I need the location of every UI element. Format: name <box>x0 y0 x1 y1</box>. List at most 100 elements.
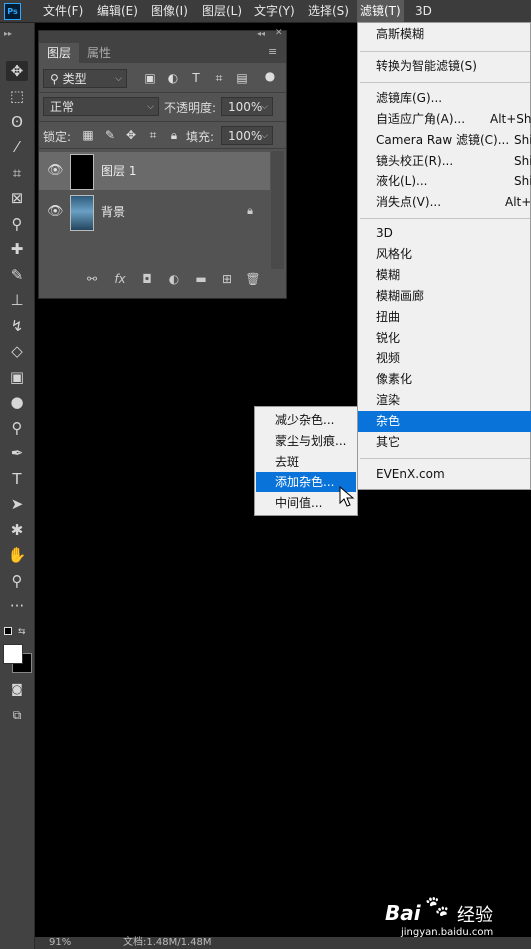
folder-icon[interactable]: ▬ <box>193 271 209 287</box>
filter-shape-icon[interactable]: ⌗ <box>212 71 226 85</box>
blur-tool-icon[interactable]: ● <box>6 392 28 412</box>
menu-item-liquify[interactable]: 液化(L)... Shi <box>358 171 531 192</box>
filter-pixel-icon[interactable]: ▣ <box>143 71 157 85</box>
menu-item-distort[interactable]: 扭曲 <box>358 307 531 328</box>
magic-wand-tool-icon[interactable]: ⁄ <box>6 137 28 157</box>
layer-row-background[interactable]: 👁︎ 背景 🔒︎ <box>39 193 270 231</box>
menu-item-gaussian-blur[interactable]: 高斯模糊 <box>358 24 531 45</box>
fx-icon[interactable]: fx <box>112 271 128 287</box>
history-brush-tool-icon[interactable]: ↯ <box>6 316 28 336</box>
brush-tool-icon[interactable]: ✎ <box>6 265 28 285</box>
menu-item-lens-correction[interactable]: 镜头校正(R)... Shi <box>358 151 531 172</box>
mask-icon[interactable]: ◘ <box>139 271 155 287</box>
custom-shape-tool-icon[interactable]: ✱ <box>6 520 28 540</box>
menu-item-other[interactable]: 其它 <box>358 432 531 453</box>
visibility-eye-icon[interactable]: 👁︎ <box>47 163 64 179</box>
menu-image[interactable]: 图像(I) <box>148 0 191 22</box>
menu-layer[interactable]: 图层(L) <box>199 0 245 22</box>
new-layer-icon[interactable]: ⊞ <box>219 271 235 287</box>
menu-type[interactable]: 文字(Y) <box>251 0 298 22</box>
photoshop-logo-icon[interactable]: Ps <box>4 3 21 20</box>
layers-scrollbar[interactable] <box>271 151 284 269</box>
screen-mode-icon[interactable]: ⧉ <box>6 705 28 725</box>
menu-edit[interactable]: 编辑(E) <box>94 0 141 22</box>
close-panel-icon[interactable]: ✕ <box>275 28 283 38</box>
menu-item-sharpen[interactable]: 锐化 <box>358 328 531 349</box>
layer-row-layer1[interactable]: 👁︎ 图层 1 <box>39 152 270 190</box>
panel-collapse-icon[interactable]: ▸▸ <box>4 29 12 38</box>
search-icon: ⚲ <box>50 72 63 86</box>
fill-field[interactable]: 100% ⌵ <box>221 126 273 145</box>
filter-adjustment-icon[interactable]: ◐ <box>166 71 180 85</box>
quick-mask-icon[interactable]: ◙ <box>6 679 28 699</box>
swap-colors-icon[interactable]: ⇆ <box>18 627 26 637</box>
path-selection-tool-icon[interactable]: ➤ <box>6 494 28 514</box>
eraser-tool-icon[interactable]: ◇ <box>6 341 28 361</box>
chevron-down-icon: ⌵ <box>115 74 122 84</box>
healing-brush-tool-icon[interactable]: ✚ <box>6 239 28 259</box>
menu-item-noise[interactable]: 杂色 <box>358 411 531 432</box>
dodge-tool-icon[interactable]: ⚲ <box>6 418 28 438</box>
eyedropper-tool-icon[interactable]: ⚲ <box>6 214 28 234</box>
tab-properties[interactable]: 属性 <box>79 43 119 63</box>
menu-item-evenx[interactable]: EVEnX.com <box>358 464 531 485</box>
zoom-level[interactable]: 91% <box>49 937 71 949</box>
opacity-label: 不透明度: <box>164 101 217 115</box>
opacity-field[interactable]: 100% ⌵ <box>221 97 273 116</box>
menu-file[interactable]: 文件(F) <box>40 0 86 22</box>
menu-item-render[interactable]: 渲染 <box>358 390 531 411</box>
menu-item-stylize[interactable]: 风格化 <box>358 244 531 265</box>
blend-mode-dropdown[interactable]: 正常 ⌵ <box>43 97 159 116</box>
lock-artboard-icon[interactable]: ⌗ <box>146 128 160 142</box>
menu-item-video[interactable]: 视频 <box>358 348 531 369</box>
crop-tool-icon[interactable]: ⌗ <box>6 163 28 183</box>
menu-item-reduce-noise[interactable]: 减少杂色... <box>256 410 356 430</box>
baidu-watermark: Bai 🐾︎ 经验 jingyan.baidu.com <box>385 895 494 938</box>
menu-item-camera-raw[interactable]: Camera Raw 滤镜(C)... Shi <box>358 130 531 151</box>
menu-item-despeckle[interactable]: 去斑 <box>256 452 356 472</box>
collapse-panel-icon[interactable]: ◂◂ <box>257 29 265 38</box>
filter-smart-object-icon[interactable]: ▤ <box>235 71 249 85</box>
chevron-down-icon: ⌵ <box>261 131 268 141</box>
menu-item-3d[interactable]: 3D <box>358 223 531 244</box>
lasso-tool-icon[interactable]: ʘ <box>6 112 28 132</box>
zoom-tool-icon[interactable]: ⚲ <box>6 571 28 591</box>
frame-tool-icon[interactable]: ⊠ <box>6 188 28 208</box>
lock-transparent-pixels-icon[interactable]: ▦ <box>81 128 95 142</box>
panel-menu-icon[interactable]: ≡ <box>268 45 277 58</box>
menu-filter[interactable]: 滤镜(T) <box>357 0 404 22</box>
foreground-color-swatch[interactable] <box>3 644 23 664</box>
hand-tool-icon[interactable]: ✋ <box>6 545 28 565</box>
menu-item-convert-smart-filter[interactable]: 转换为智能滤镜(S) <box>358 56 531 77</box>
move-tool-icon[interactable]: ✥ <box>6 61 28 81</box>
menu-item-dust-scratches[interactable]: 蒙尘与划痕... <box>256 431 356 451</box>
menu-item-vanishing-point[interactable]: 消失点(V)... Alt+ <box>358 192 531 213</box>
default-colors-icon[interactable] <box>4 627 14 636</box>
stamp-tool-icon[interactable]: ⊥ <box>6 290 28 310</box>
lock-image-pixels-icon[interactable]: ✎ <box>103 128 117 142</box>
tools-panel: ▸▸ ✥ ⬚ ʘ ⁄ ⌗ ⊠ ⚲ ✚ ✎ ⊥ ↯ ◇ ▣ ● ⚲ ✒ T ➤ ✱… <box>0 23 35 949</box>
lock-all-icon[interactable]: 🔒︎ <box>167 128 181 142</box>
menu-item-blur-gallery[interactable]: 模糊画廊 <box>358 286 531 307</box>
marquee-tool-icon[interactable]: ⬚ <box>6 86 28 106</box>
pen-tool-icon[interactable]: ✒ <box>6 443 28 463</box>
trash-icon[interactable]: 🗑︎ <box>245 271 261 287</box>
menu-select[interactable]: 选择(S) <box>305 0 352 22</box>
adjustment-icon[interactable]: ◐ <box>166 271 182 287</box>
filter-toggle-icon[interactable]: ● <box>263 69 277 83</box>
menu-3d[interactable]: 3D <box>412 0 435 22</box>
more-tools-icon[interactable]: ··· <box>6 596 28 616</box>
layer-filter-dropdown[interactable]: ⚲ 类型 ⌵ <box>43 69 127 88</box>
type-tool-icon[interactable]: T <box>6 469 28 489</box>
menu-item-adaptive-wide-angle[interactable]: 自适应广角(A)... Alt+Shi <box>358 109 531 130</box>
layer-name: 背景 <box>101 205 126 219</box>
gradient-tool-icon[interactable]: ▣ <box>6 367 28 387</box>
menu-item-filter-gallery[interactable]: 滤镜库(G)... <box>358 88 531 109</box>
tab-layers[interactable]: 图层 <box>39 43 80 63</box>
link-icon[interactable]: ⚯ <box>84 271 100 287</box>
visibility-eye-icon[interactable]: 👁︎ <box>47 204 64 220</box>
menu-item-pixelate[interactable]: 像素化 <box>358 369 531 390</box>
lock-position-icon[interactable]: ✥ <box>124 128 138 142</box>
filter-type-icon[interactable]: T <box>189 71 203 85</box>
menu-item-blur[interactable]: 模糊 <box>358 265 531 286</box>
